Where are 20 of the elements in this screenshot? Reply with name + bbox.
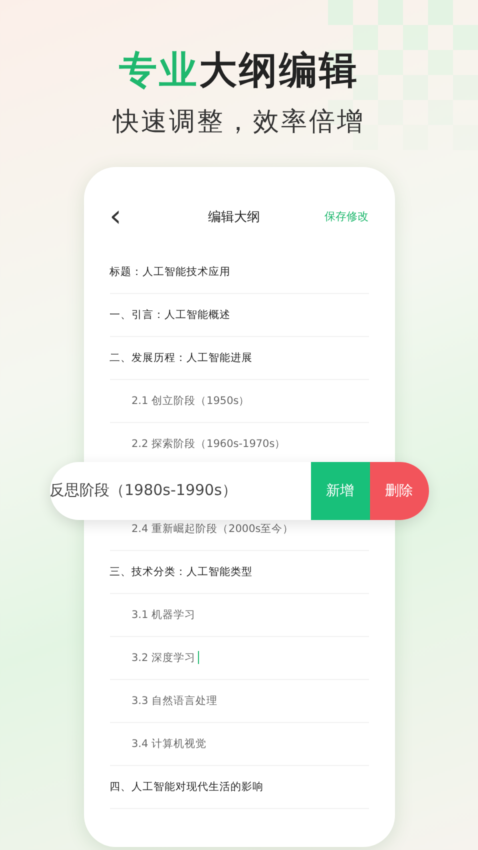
outline-item[interactable]: 2.2 探索阶段（1960s-1970s） (132, 436, 286, 451)
outline-item[interactable]: 反思阶段（1980s-1990s） (50, 462, 310, 520)
outline-item[interactable]: 3.2 深度学习 (132, 650, 199, 665)
outline-item[interactable]: 3.4 计算机视觉 (132, 736, 207, 751)
delete-button[interactable]: 删除 (370, 462, 428, 520)
outline-item[interactable]: 标题：人工智能技术应用 (110, 264, 230, 279)
outline-item[interactable]: 二、发展历程：人工智能进展 (110, 350, 252, 365)
headline: 专业大纲编辑 (119, 48, 359, 94)
back-button[interactable]: ‹ (110, 202, 150, 232)
outline-item[interactable]: 2.1 创立阶段（1950s） (132, 394, 250, 408)
outline-item[interactable]: 四、人工智能对现代生活的影响 (110, 780, 264, 794)
outline-item[interactable]: 2.4 重新崛起阶段（2000s至今） (132, 522, 294, 536)
swiped-outline-row[interactable]: 反思阶段（1980s-1990s） 新增 删除 (50, 462, 428, 520)
outline-item[interactable]: 一、引言：人工智能概述 (110, 308, 230, 322)
screen-title: 编辑大纲 (208, 208, 260, 226)
outline-item[interactable]: 3.3 自然语言处理 (132, 694, 218, 708)
text-cursor (198, 651, 199, 664)
outline-item[interactable]: 三、技术分类：人工智能类型 (110, 564, 252, 579)
outline-item[interactable]: 3.1 机器学习 (132, 608, 196, 622)
subtitle: 快速调整，效率倍增 (113, 106, 365, 139)
